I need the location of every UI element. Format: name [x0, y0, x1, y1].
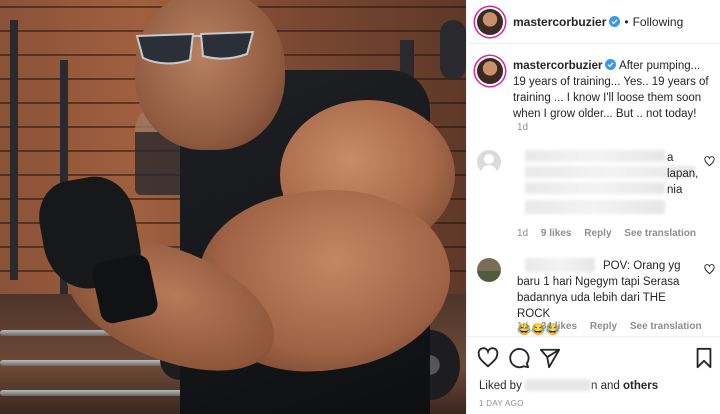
heart-icon[interactable]	[477, 347, 499, 369]
man-head	[135, 0, 285, 150]
caption-text-block: mastercorbuzier After pumping... 19 year…	[513, 58, 713, 122]
heart-icon[interactable]	[704, 156, 715, 167]
reply-button[interactable]: Reply	[584, 228, 611, 239]
caption-age: 1d	[517, 122, 529, 133]
liked-by-text: Liked by n and others	[479, 379, 659, 392]
others-link[interactable]: others	[623, 380, 658, 392]
comment-fragment: a lapan, nia	[667, 152, 699, 196]
post-actions: Liked by n and others 1 DAY AGO	[467, 336, 720, 414]
comment-item: a lapan, nia 1d 9 likes Reply See transl…	[477, 150, 715, 240]
redacted-text	[525, 182, 665, 194]
post-side-panel: mastercorbuzier • Following mastercorbuz…	[466, 0, 720, 414]
reply-button[interactable]: Reply	[590, 321, 617, 332]
post-header: mastercorbuzier • Following	[467, 0, 720, 44]
caption-avatar[interactable]	[477, 58, 503, 84]
comment-item: POV: Orang yg baru 1 hari Ngegym tapi Se…	[477, 258, 715, 336]
gym-equipment	[440, 20, 466, 80]
header-username[interactable]: mastercorbuzier	[513, 15, 606, 29]
comment-age: 1d	[517, 228, 529, 239]
heart-icon[interactable]	[704, 264, 715, 275]
redacted-username	[525, 379, 592, 391]
comment-likes[interactable]: 34 likes	[541, 321, 577, 332]
post-caption: mastercorbuzier After pumping... 19 year…	[477, 58, 713, 122]
see-translation-button[interactable]: See translation	[630, 321, 702, 332]
redacted-text	[525, 150, 665, 162]
verified-badge-icon	[605, 59, 617, 70]
bookmark-icon[interactable]	[693, 347, 715, 369]
post-photo[interactable]	[0, 0, 466, 414]
verified-badge-icon	[609, 16, 621, 27]
see-translation-button[interactable]: See translation	[624, 228, 696, 239]
caption-username[interactable]: mastercorbuzier	[513, 60, 602, 72]
share-icon[interactable]	[539, 347, 561, 369]
gym-rack	[10, 20, 18, 280]
post-date: 1 DAY AGO	[479, 399, 524, 408]
comment-likes[interactable]: 9 likes	[541, 228, 572, 239]
following-button[interactable]: Following	[633, 15, 684, 29]
comment-meta: 1d 34 likes Reply See translation	[517, 321, 712, 332]
commenter-avatar[interactable]	[477, 258, 501, 282]
smartwatch	[90, 252, 160, 326]
sunglasses	[135, 30, 255, 65]
comment-age: 1d	[517, 321, 529, 332]
comment-meta: 1d 9 likes Reply See translation	[517, 228, 706, 239]
default-avatar[interactable]	[477, 150, 501, 174]
redacted-text	[525, 200, 665, 214]
comment-icon[interactable]	[508, 347, 530, 369]
separator-dot: •	[624, 14, 629, 29]
user-avatar[interactable]	[477, 8, 503, 35]
